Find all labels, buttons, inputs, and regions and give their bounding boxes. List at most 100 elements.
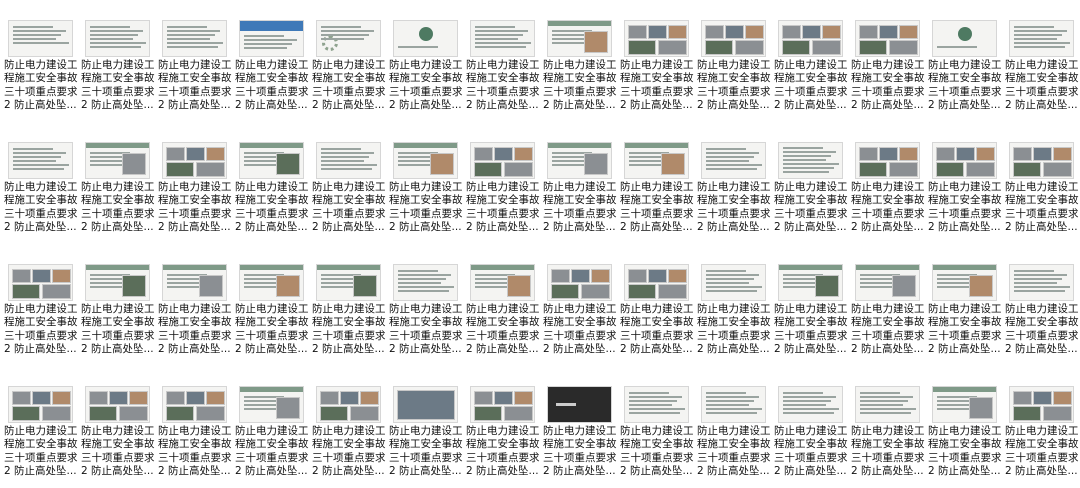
thumbnail-caption[interactable]: 防止电力建设工 程施工安全事故 三十项重点要求 2 防止高处坠... — [851, 425, 925, 479]
slide-thumbnail-image[interactable] — [778, 264, 843, 301]
document-thumbnail-item[interactable]: 防止电力建设工 程施工安全事故 三十项重点要求 2 防止高处坠... — [849, 366, 926, 488]
document-thumbnail-item[interactable]: 防止电力建设工 程施工安全事故 三十项重点要求 2 防止高处坠... — [541, 122, 618, 244]
document-thumbnail-item[interactable]: 防止电力建设工 程施工安全事故 三十项重点要求 2 防止高处坠... — [1003, 244, 1080, 366]
thumbnail-caption[interactable]: 防止电力建设工 程施工安全事故 三十项重点要求 2 防止高处坠... — [466, 59, 540, 113]
thumbnail-caption[interactable]: 防止电力建设工 程施工安全事故 三十项重点要求 2 防止高处坠... — [81, 425, 155, 479]
document-thumbnail-item[interactable]: 防止电力建设工 程施工安全事故 三十项重点要求 2 防止高处坠... — [79, 0, 156, 122]
thumbnail-caption[interactable]: 防止电力建设工 程施工安全事故 三十项重点要求 2 防止高处坠... — [697, 59, 771, 113]
document-thumbnail-item[interactable]: 防止电力建设工 程施工安全事故 三十项重点要求 2 防止高处坠... — [79, 244, 156, 366]
slide-thumbnail-image[interactable] — [239, 142, 304, 179]
thumbnail-caption[interactable]: 防止电力建设工 程施工安全事故 三十项重点要求 2 防止高处坠... — [466, 303, 540, 357]
thumbnail-caption[interactable]: 防止电力建设工 程施工安全事故 三十项重点要求 2 防止高处坠... — [928, 303, 1002, 357]
thumbnail-caption[interactable]: 防止电力建设工 程施工安全事故 三十项重点要求 2 防止高处坠... — [158, 181, 232, 235]
document-thumbnail-item[interactable]: 防止电力建设工 程施工安全事故 三十项重点要求 2 防止高处坠... — [464, 0, 541, 122]
slide-thumbnail-image[interactable] — [1009, 20, 1074, 57]
slide-thumbnail-image[interactable] — [316, 142, 381, 179]
thumbnail-caption[interactable]: 防止电力建设工 程施工安全事故 三十项重点要求 2 防止高处坠... — [466, 425, 540, 479]
slide-thumbnail-image[interactable] — [701, 142, 766, 179]
document-thumbnail-item[interactable]: 防止电力建设工 程施工安全事故 三十项重点要求 2 防止高处坠... — [772, 244, 849, 366]
document-thumbnail-item[interactable]: 防止电力建设工 程施工安全事故 三十项重点要求 2 防止高处坠... — [926, 0, 1003, 122]
slide-thumbnail-image[interactable] — [8, 386, 73, 423]
slide-thumbnail-image[interactable] — [85, 386, 150, 423]
document-thumbnail-item[interactable]: 防止电力建设工 程施工安全事故 三十项重点要求 2 防止高处坠... — [233, 0, 310, 122]
thumbnail-caption[interactable]: 防止电力建设工 程施工安全事故 三十项重点要求 2 防止高处坠... — [774, 303, 848, 357]
thumbnail-caption[interactable]: 防止电力建设工 程施工安全事故 三十项重点要求 2 防止高处坠... — [543, 59, 617, 113]
slide-thumbnail-image[interactable] — [778, 20, 843, 57]
slide-thumbnail-image[interactable] — [1009, 386, 1074, 423]
thumbnail-caption[interactable]: 防止电力建设工 程施工安全事故 三十项重点要求 2 防止高处坠... — [389, 303, 463, 357]
slide-thumbnail-image[interactable] — [701, 264, 766, 301]
thumbnail-caption[interactable]: 防止电力建设工 程施工安全事故 三十项重点要求 2 防止高处坠... — [543, 425, 617, 479]
document-thumbnail-item[interactable]: 防止电力建设工 程施工安全事故 三十项重点要求 2 防止高处坠... — [541, 366, 618, 488]
thumbnail-caption[interactable]: 防止电力建设工 程施工安全事故 三十项重点要求 2 防止高处坠... — [774, 181, 848, 235]
document-thumbnail-item[interactable]: 防止电力建设工 程施工安全事故 三十项重点要求 2 防止高处坠... — [926, 122, 1003, 244]
slide-thumbnail-image[interactable] — [624, 386, 689, 423]
document-thumbnail-item[interactable]: 防止电力建设工 程施工安全事故 三十项重点要求 2 防止高处坠... — [618, 366, 695, 488]
thumbnail-caption[interactable]: 防止电力建设工 程施工安全事故 三十项重点要求 2 防止高处坠... — [158, 303, 232, 357]
thumbnail-caption[interactable]: 防止电力建设工 程施工安全事故 三十项重点要求 2 防止高处坠... — [4, 59, 78, 113]
document-thumbnail-item[interactable]: 防止电力建设工 程施工安全事故 三十项重点要求 2 防止高处坠... — [849, 0, 926, 122]
thumbnail-caption[interactable]: 防止电力建设工 程施工安全事故 三十项重点要求 2 防止高处坠... — [466, 181, 540, 235]
document-thumbnail-item[interactable]: 防止电力建设工 程施工安全事故 三十项重点要求 2 防止高处坠... — [156, 122, 233, 244]
document-thumbnail-item[interactable]: 防止电力建设工 程施工安全事故 三十项重点要求 2 防止高处坠... — [79, 366, 156, 488]
slide-thumbnail-image[interactable] — [470, 386, 535, 423]
thumbnail-caption[interactable]: 防止电力建设工 程施工安全事故 三十项重点要求 2 防止高处坠... — [81, 59, 155, 113]
slide-thumbnail-image[interactable] — [1009, 264, 1074, 301]
thumbnail-caption[interactable]: 防止电力建设工 程施工安全事故 三十项重点要求 2 防止高处坠... — [1005, 425, 1079, 479]
document-thumbnail-item[interactable]: 防止电力建设工 程施工安全事故 三十项重点要求 2 防止高处坠... — [2, 122, 79, 244]
document-thumbnail-item[interactable]: 防止电力建设工 程施工安全事故 三十项重点要求 2 防止高处坠... — [849, 122, 926, 244]
document-thumbnail-item[interactable]: 防止电力建设工 程施工安全事故 三十项重点要求 2 防止高处坠... — [1003, 0, 1080, 122]
document-thumbnail-item[interactable]: 防止电力建设工 程施工安全事故 三十项重点要求 2 防止高处坠... — [310, 122, 387, 244]
slide-thumbnail-image[interactable] — [547, 142, 612, 179]
document-thumbnail-item[interactable]: 防止电力建设工 程施工安全事故 三十项重点要求 2 防止高处坠... — [387, 0, 464, 122]
document-thumbnail-item[interactable]: 防止电力建设工 程施工安全事故 三十项重点要求 2 防止高处坠... — [1003, 122, 1080, 244]
slide-thumbnail-image[interactable] — [162, 20, 227, 57]
thumbnail-caption[interactable]: 防止电力建设工 程施工安全事故 三十项重点要求 2 防止高处坠... — [851, 181, 925, 235]
document-thumbnail-item[interactable]: 防止电力建设工 程施工安全事故 三十项重点要求 2 防止高处坠... — [618, 244, 695, 366]
slide-thumbnail-image[interactable] — [624, 20, 689, 57]
thumbnail-caption[interactable]: 防止电力建设工 程施工安全事故 三十项重点要求 2 防止高处坠... — [928, 425, 1002, 479]
slide-thumbnail-image[interactable] — [701, 20, 766, 57]
thumbnail-caption[interactable]: 防止电力建设工 程施工安全事故 三十项重点要求 2 防止高处坠... — [312, 181, 386, 235]
thumbnail-caption[interactable]: 防止电力建设工 程施工安全事故 三十项重点要求 2 防止高处坠... — [543, 181, 617, 235]
slide-thumbnail-image[interactable] — [239, 386, 304, 423]
document-thumbnail-item[interactable]: 防止电力建设工 程施工安全事故 三十项重点要求 2 防止高处坠... — [156, 0, 233, 122]
thumbnail-caption[interactable]: 防止电力建设工 程施工安全事故 三十项重点要求 2 防止高处坠... — [235, 181, 309, 235]
thumbnail-caption[interactable]: 防止电力建设工 程施工安全事故 三十项重点要求 2 防止高处坠... — [851, 59, 925, 113]
slide-thumbnail-image[interactable] — [470, 264, 535, 301]
document-thumbnail-item[interactable]: 防止电力建设工 程施工安全事故 三十项重点要求 2 防止高处坠... — [2, 366, 79, 488]
document-thumbnail-item[interactable]: 防止电力建设工 程施工安全事故 三十项重点要求 2 防止高处坠... — [695, 0, 772, 122]
thumbnail-caption[interactable]: 防止电力建设工 程施工安全事故 三十项重点要求 2 防止高处坠... — [158, 425, 232, 479]
slide-thumbnail-image[interactable] — [393, 20, 458, 57]
thumbnail-caption[interactable]: 防止电力建设工 程施工安全事故 三十项重点要求 2 防止高处坠... — [4, 425, 78, 479]
slide-thumbnail-image[interactable] — [932, 264, 997, 301]
slide-thumbnail-image[interactable] — [547, 20, 612, 57]
document-thumbnail-item[interactable]: 防止电力建设工 程施工安全事故 三十项重点要求 2 防止高处坠... — [464, 122, 541, 244]
document-thumbnail-item[interactable]: 防止电力建设工 程施工安全事故 三十项重点要求 2 防止高处坠... — [310, 244, 387, 366]
thumbnail-caption[interactable]: 防止电力建设工 程施工安全事故 三十项重点要求 2 防止高处坠... — [235, 425, 309, 479]
document-thumbnail-item[interactable]: 防止电力建设工 程施工安全事故 三十项重点要求 2 防止高处坠... — [79, 122, 156, 244]
document-thumbnail-item[interactable]: 防止电力建设工 程施工安全事故 三十项重点要求 2 防止高处坠... — [618, 0, 695, 122]
slide-thumbnail-image[interactable] — [8, 20, 73, 57]
thumbnail-caption[interactable]: 防止电力建设工 程施工安全事故 三十项重点要求 2 防止高处坠... — [1005, 181, 1079, 235]
document-thumbnail-item[interactable]: 防止电力建设工 程施工安全事故 三十项重点要求 2 防止高处坠... — [926, 366, 1003, 488]
thumbnail-caption[interactable]: 防止电力建设工 程施工安全事故 三十项重点要求 2 防止高处坠... — [312, 425, 386, 479]
thumbnail-caption[interactable]: 防止电力建设工 程施工安全事故 三十项重点要求 2 防止高处坠... — [620, 59, 694, 113]
document-thumbnail-item[interactable]: 防止电力建设工 程施工安全事故 三十项重点要求 2 防止高处坠... — [387, 244, 464, 366]
thumbnail-caption[interactable]: 防止电力建设工 程施工安全事故 三十项重点要求 2 防止高处坠... — [620, 303, 694, 357]
slide-thumbnail-image[interactable] — [85, 142, 150, 179]
slide-thumbnail-image[interactable] — [316, 386, 381, 423]
thumbnail-caption[interactable]: 防止电力建设工 程施工安全事故 三十项重点要求 2 防止高处坠... — [312, 59, 386, 113]
thumbnail-caption[interactable]: 防止电力建设工 程施工安全事故 三十项重点要求 2 防止高处坠... — [312, 303, 386, 357]
document-thumbnail-item[interactable]: 防止电力建设工 程施工安全事故 三十项重点要求 2 防止高处坠... — [541, 244, 618, 366]
thumbnail-caption[interactable]: 防止电力建设工 程施工安全事故 三十项重点要求 2 防止高处坠... — [4, 181, 78, 235]
slide-thumbnail-image[interactable] — [855, 142, 920, 179]
slide-thumbnail-image[interactable] — [855, 20, 920, 57]
thumbnail-caption[interactable]: 防止电力建设工 程施工安全事故 三十项重点要求 2 防止高处坠... — [697, 425, 771, 479]
document-thumbnail-item[interactable]: 防止电力建设工 程施工安全事故 三十项重点要求 2 防止高处坠... — [464, 244, 541, 366]
slide-thumbnail-image[interactable] — [316, 20, 381, 57]
thumbnail-caption[interactable]: 防止电力建设工 程施工安全事故 三十项重点要求 2 防止高处坠... — [774, 425, 848, 479]
document-thumbnail-item[interactable]: 防止电力建设工 程施工安全事故 三十项重点要求 2 防止高处坠... — [233, 244, 310, 366]
document-thumbnail-item[interactable]: 防止电力建设工 程施工安全事故 三十项重点要求 2 防止高处坠... — [541, 0, 618, 122]
slide-thumbnail-image[interactable] — [470, 142, 535, 179]
